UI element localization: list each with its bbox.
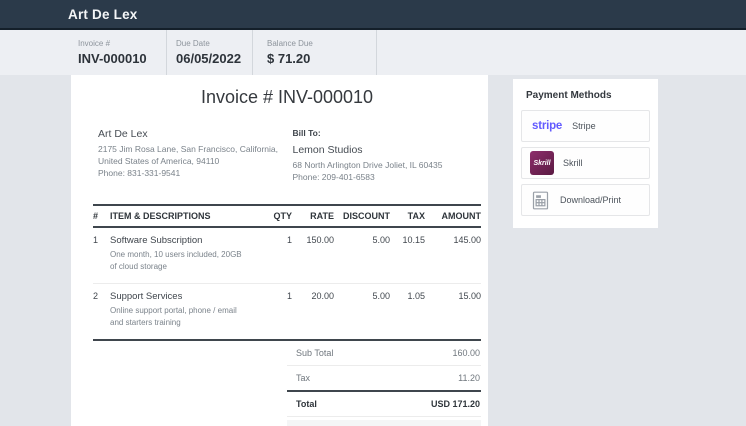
line-items-table: # ITEM & DESCRIPTIONS QTY RATE DISCOUNT … [93,204,481,341]
skrill-logo-icon: Skrill [530,151,554,175]
pay-with-stripe-button[interactable]: stripe Stripe [521,110,650,142]
download-print-button[interactable]: Download/Print [521,184,650,216]
item-description: Online support portal, phone / email and… [110,305,250,329]
summary-due-date: Due Date 06/05/2022 [167,30,253,75]
seller-address: 2175 Jim Rosa Lane, San Francisco, Calif… [98,144,292,168]
col-header-item: ITEM & DESCRIPTIONS [110,205,247,227]
invoice-document-icon [530,190,551,211]
row-rate: 20.00 [292,283,334,340]
customer-phone: Phone: 209-401-6583 [293,172,482,184]
pay-with-skrill-button[interactable]: Skrill Skrill [521,147,650,179]
col-header-qty: QTY [247,205,292,227]
invoice-summary-bar: Invoice # INV-000010 Due Date 06/05/2022… [0,30,746,75]
customer-name: Lemon Studios [293,144,482,156]
subtotal-row: Sub Total 160.00 [287,341,481,366]
total-value: USD 171.20 [431,399,480,409]
tax-label: Tax [296,373,310,383]
subtotal-value: 160.00 [452,348,480,358]
total-row: Total USD 171.20 [287,392,481,417]
summary-value: 06/05/2022 [176,51,252,66]
invoice-parties: Art De Lex 2175 Jim Rosa Lane, San Franc… [93,128,481,184]
summary-label: Invoice # [78,39,166,48]
summary-value: $ 71.20 [267,51,376,66]
subtotal-label: Sub Total [296,348,333,358]
row-discount: 5.00 [334,283,390,340]
seller-address-block: Art De Lex 2175 Jim Rosa Lane, San Franc… [93,128,292,184]
col-header-discount: DISCOUNT [334,205,390,227]
seller-name: Art De Lex [98,128,292,140]
item-description: One month, 10 users included, 20GB of cl… [110,249,250,273]
row-num: 2 [93,283,110,340]
customer-address: 68 North Arlington Drive Joliet, IL 6043… [293,160,482,172]
item-name: Software Subscription [110,235,247,246]
row-item-cell: Support Services Online support portal, … [110,283,247,340]
row-item-cell: Software Subscription One month, 10 user… [110,227,247,284]
table-row: 2 Support Services Online support portal… [93,283,481,340]
balance-due-row: Balance Due USD 71.20 [287,420,481,426]
bill-to-heading: Bill To: [293,128,482,138]
invoice-title: Invoice # INV-000010 [93,87,481,108]
top-navbar: Art De Lex [0,0,746,30]
row-rate: 150.00 [292,227,334,284]
payment-option-label: Skrill [563,158,583,168]
row-qty: 1 [247,227,292,284]
col-header-amount: AMOUNT [425,205,481,227]
row-tax: 1.05 [390,283,425,340]
row-discount: 5.00 [334,227,390,284]
tax-value: 11.20 [458,373,480,383]
col-header-tax: TAX [390,205,425,227]
tax-row: Tax 11.20 [287,366,481,392]
table-row: 1 Software Subscription One month, 10 us… [93,227,481,284]
invoice-card: Invoice # INV-000010 Art De Lex 2175 Jim… [71,75,488,426]
table-header-row: # ITEM & DESCRIPTIONS QTY RATE DISCOUNT … [93,205,481,227]
payment-option-label: Download/Print [560,195,621,205]
bill-to-block: Bill To: Lemon Studios 68 North Arlingto… [293,128,482,184]
col-header-rate: RATE [292,205,334,227]
col-header-num: # [93,205,110,227]
app-title: Art De Lex [68,7,138,22]
payment-methods-card: Payment Methods stripe Stripe Skrill Skr… [513,79,658,228]
payment-option-label: Stripe [572,121,596,131]
row-tax: 10.15 [390,227,425,284]
total-label: Total [296,399,317,409]
summary-label: Due Date [176,39,252,48]
stripe-logo-icon: stripe [532,120,562,132]
summary-value: INV-000010 [78,51,166,66]
row-amount: 145.00 [425,227,481,284]
payment-methods-heading: Payment Methods [526,90,650,101]
row-qty: 1 [247,283,292,340]
summary-label: Balance Due [267,39,376,48]
seller-phone: Phone: 831-331-9541 [98,168,292,180]
row-num: 1 [93,227,110,284]
summary-invoice-number: Invoice # INV-000010 [78,30,167,75]
row-amount: 15.00 [425,283,481,340]
totals-section: Sub Total 160.00 Tax 11.20 Total USD 171… [287,341,481,426]
summary-balance-due: Balance Due $ 71.20 [253,30,377,75]
item-name: Support Services [110,291,247,302]
